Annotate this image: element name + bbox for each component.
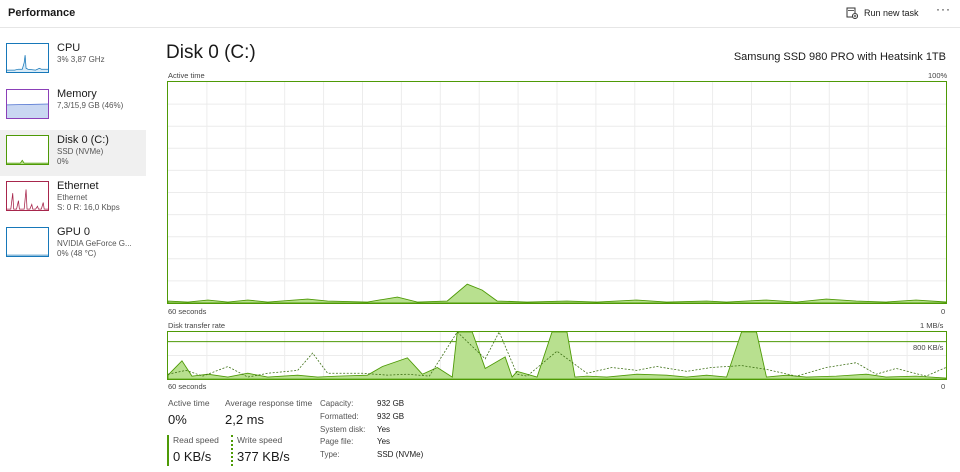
property-value: 932 GB — [377, 399, 405, 408]
property-value: SSD (NVMe) — [377, 450, 424, 460]
read-speed-value: 0 KB/s — [173, 449, 212, 464]
transfer-rate-axis-label: 60 seconds — [168, 382, 207, 391]
transfer-rate-mid-label: 800 KB/s — [913, 343, 944, 352]
active-time-min-label: 0 — [941, 307, 946, 316]
sidebar-item-detail: NVIDIA GeForce G... — [57, 239, 132, 248]
sidebar-item-cpu[interactable]: CPU 3% 3,87 GHz — [0, 38, 150, 84]
response-time-stat-value: 2,2 ms — [225, 412, 265, 427]
response-time-stat-label: Average response time — [225, 398, 313, 408]
sidebar-item-detail: Ethernet — [57, 193, 88, 202]
sidebar-item-detail: 7,3/15,9 GB (46%) — [57, 101, 124, 110]
transfer-rate-max-label: 1 MB/s — [920, 321, 944, 330]
sidebar-item-label: Ethernet — [57, 180, 99, 192]
sidebar-item-label: Disk 0 (C:) — [57, 134, 109, 146]
property-row: Capacity: 932 GB — [320, 398, 423, 411]
write-speed-label: Write speed — [237, 435, 283, 445]
ethernet-thumbnail-graph — [6, 181, 49, 211]
sidebar-item-label: CPU — [57, 42, 81, 54]
transfer-rate-graph — [167, 331, 947, 380]
sidebar-item-ethernet[interactable]: Ethernet Ethernet S: 0 R: 16,0 Kbps — [0, 176, 150, 222]
sidebar-item-disk-0[interactable]: Disk 0 (C:) SSD (NVMe) 0% — [0, 130, 146, 176]
property-row: Page file: Yes — [320, 436, 423, 449]
sidebar-item-gpu-0[interactable]: GPU 0 NVIDIA GeForce G... 0% (48 °C) — [0, 222, 150, 268]
property-key: Page file: — [320, 437, 354, 447]
property-key: System disk: — [320, 424, 366, 434]
cpu-thumbnail-graph — [6, 43, 49, 73]
active-time-max-label: 100% — [928, 71, 948, 80]
page-title: Performance — [8, 7, 76, 19]
resource-sidebar: CPU 3% 3,87 GHz Memory 7,3/15,9 GB (46%)… — [0, 38, 150, 268]
active-time-stat-value: 0% — [168, 412, 187, 427]
property-row: Type: SSD (NVMe) — [320, 449, 423, 462]
property-row: Formatted: 932 GB — [320, 411, 423, 424]
property-row: System disk: Yes — [320, 424, 423, 437]
disk-model: Samsung SSD 980 PRO with Heatsink 1TB — [733, 51, 946, 63]
read-speed-label: Read speed — [173, 435, 219, 445]
sidebar-item-label: Memory — [57, 88, 97, 100]
active-time-axis-label: 60 seconds — [168, 307, 207, 316]
sidebar-item-detail: 3% 3,87 GHz — [57, 55, 105, 64]
sidebar-item-detail: 0% — [57, 157, 69, 166]
active-time-graph — [167, 81, 947, 304]
transfer-rate-min-label: 0 — [941, 382, 946, 391]
active-time-stat-label: Active time — [168, 398, 210, 408]
sidebar-item-detail: SSD (NVMe) — [57, 147, 104, 156]
sidebar-item-detail: S: 0 R: 16,0 Kbps — [57, 203, 120, 212]
disk-title: Disk 0 (C:) — [166, 42, 256, 63]
sidebar-item-detail: 0% (48 °C) — [57, 249, 97, 258]
property-key: Capacity: — [320, 399, 354, 408]
transfer-rate-graph-label: Disk transfer rate — [168, 321, 226, 330]
property-value: Yes — [377, 424, 391, 434]
property-key: Type: — [320, 450, 340, 460]
sidebar-item-memory[interactable]: Memory 7,3/15,9 GB (46%) — [0, 84, 150, 130]
disk-properties: Capacity: 932 GB Formatted: 932 GB System … — [320, 398, 423, 462]
write-speed-value: 377 KB/s — [237, 449, 290, 464]
property-key: Formatted: — [320, 411, 359, 421]
gpu-thumbnail-graph — [6, 227, 49, 257]
sidebar-item-label: GPU 0 — [57, 226, 91, 238]
property-value: Yes — [377, 437, 391, 447]
property-value: 932 GB — [377, 411, 405, 421]
read-speed-indicator — [167, 435, 169, 466]
memory-thumbnail-graph — [6, 89, 49, 119]
write-speed-indicator — [231, 435, 233, 466]
disk-thumbnail-graph — [6, 135, 49, 165]
active-time-graph-label: Active time — [168, 71, 205, 80]
